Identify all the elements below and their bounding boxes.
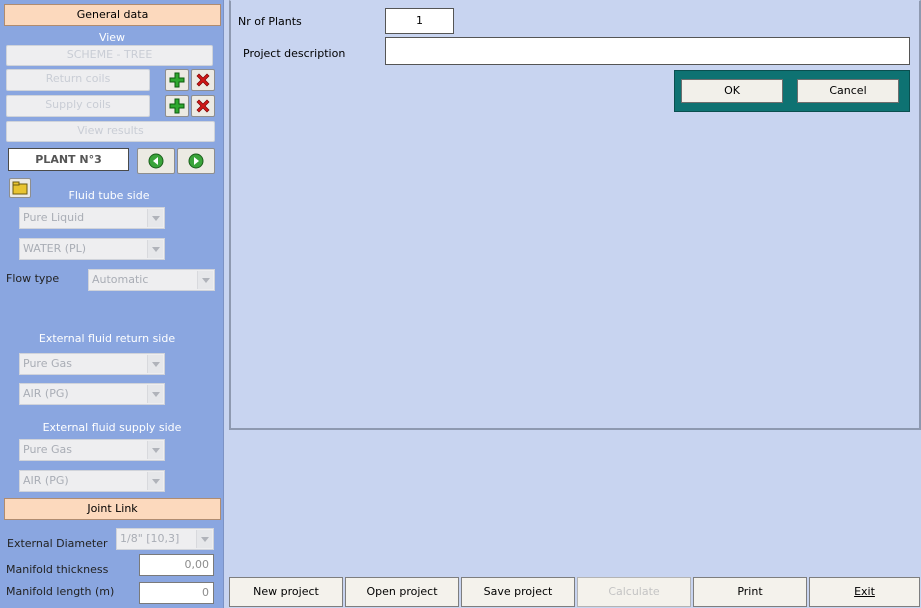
chevron-down-icon [196,530,212,548]
chevron-down-icon [197,271,213,289]
chevron-down-icon [147,209,163,227]
manifold-length-label: Manifold length (m) [6,585,115,598]
chevron-down-icon [147,441,163,459]
previous-plant-button[interactable] [137,148,175,174]
general-data-header[interactable]: General data [4,4,221,26]
supply-coils-button[interactable]: Supply coils [6,95,150,117]
ext-diameter-select[interactable]: 1/8" [10,3] [116,528,214,550]
delete-x-icon [196,99,210,113]
add-return-coil-button[interactable] [165,69,189,91]
manifold-thickness-input[interactable]: 0,00 [139,554,214,576]
cancel-button[interactable]: Cancel [797,79,899,103]
nr-plants-label: Nr of Plants [238,15,302,28]
exit-button[interactable]: Exit [809,577,920,607]
fluid-name-select[interactable]: WATER (PL) [19,238,165,260]
save-project-button[interactable]: Save project [461,577,575,607]
ext-supply-type-select[interactable]: Pure Gas [19,439,165,461]
view-label: View [98,31,126,44]
flow-type-value: Automatic [92,273,149,286]
fluid-type-value: Pure Liquid [23,211,85,224]
ext-return-name-select[interactable]: AIR (PG) [19,383,165,405]
chevron-down-icon [147,355,163,373]
view-results-button[interactable]: View results [6,121,215,142]
project-description-input[interactable] [385,37,910,65]
manifold-length-input[interactable]: 0 [139,582,214,604]
joint-link-header[interactable]: Joint Link [4,498,221,520]
delete-x-icon [196,73,210,87]
arrow-right-icon [188,153,204,169]
ext-supply-type-value: Pure Gas [23,443,72,456]
fluid-type-select[interactable]: Pure Liquid [19,207,165,229]
manifold-thickness-label: Manifold thickness [6,563,109,576]
chevron-down-icon [147,240,163,258]
ext-diameter-label: External Diameter [7,537,108,550]
nr-plants-input[interactable]: 1 [385,8,454,34]
calculate-button[interactable]: Calculate [577,577,691,607]
flow-type-select[interactable]: Automatic [88,269,215,291]
plant-label: PLANT N°3 [8,148,129,171]
chevron-down-icon [147,385,163,403]
open-project-button[interactable]: Open project [345,577,459,607]
fluid-name-value: WATER (PL) [23,242,87,255]
ext-supply-name-select[interactable]: AIR (PG) [19,470,165,492]
remove-return-coil-button[interactable] [191,69,215,91]
remove-supply-coil-button[interactable] [191,95,215,117]
ext-return-type-value: Pure Gas [23,357,72,370]
scheme-tree-button[interactable]: SCHEME - TREE [6,45,213,66]
arrow-left-icon [148,153,164,169]
project-description-label: Project description [243,47,346,60]
next-plant-button[interactable] [177,148,215,174]
add-supply-coil-button[interactable] [165,95,189,117]
sidebar: General data View SCHEME - TREE Return c… [0,0,224,608]
chevron-down-icon [147,472,163,490]
plus-icon [169,98,185,114]
new-project-button[interactable]: New project [229,577,343,607]
ext-return-name-value: AIR (PG) [23,387,69,400]
ok-button[interactable]: OK [681,79,783,103]
ext-return-type-select[interactable]: Pure Gas [19,353,165,375]
print-button[interactable]: Print [693,577,807,607]
ext-return-side-label: External fluid return side [38,332,176,345]
fluid-tube-side-label: Fluid tube side [68,189,150,202]
flow-type-label: Flow type [6,272,60,285]
ext-diameter-value: 1/8" [10,3] [120,532,180,545]
ext-supply-name-value: AIR (PG) [23,474,69,487]
plus-icon [169,72,185,88]
ext-supply-side-label: External fluid supply side [42,421,182,434]
return-coils-button[interactable]: Return coils [6,69,150,91]
